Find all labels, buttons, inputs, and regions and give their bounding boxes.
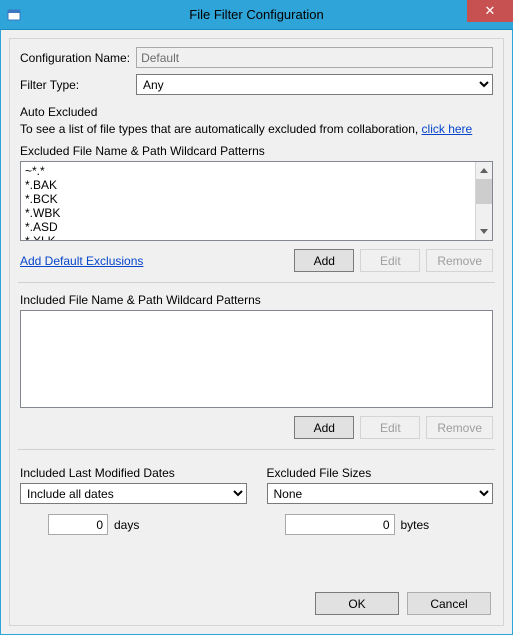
cancel-button[interactable]: Cancel <box>407 592 491 615</box>
config-name-input <box>136 47 493 68</box>
scroll-track[interactable] <box>476 179 492 223</box>
last-modified-heading: Included Last Modified Dates <box>20 466 247 480</box>
ok-button[interactable]: OK <box>315 592 399 615</box>
file-sizes-select[interactable]: None <box>267 483 494 504</box>
included-patterns-listbox[interactable] <box>20 310 493 408</box>
auto-excluded-heading: Auto Excluded <box>20 105 493 119</box>
filter-type-label: Filter Type: <box>20 78 130 92</box>
scroll-up-icon[interactable] <box>476 162 492 179</box>
excluded-remove-button: Remove <box>426 249 493 272</box>
titlebar: File Filter Configuration ✕ <box>0 0 513 30</box>
last-modified-select[interactable]: Include all dates <box>20 483 247 504</box>
included-add-button[interactable]: Add <box>294 416 354 439</box>
included-patterns-heading: Included File Name & Path Wildcard Patte… <box>20 293 493 307</box>
scroll-thumb[interactable] <box>476 179 492 204</box>
days-unit-label: days <box>114 518 139 532</box>
excluded-edit-button: Edit <box>360 249 420 272</box>
add-default-exclusions-link[interactable]: Add Default Exclusions <box>20 254 143 268</box>
close-icon: ✕ <box>485 3 496 19</box>
list-item[interactable]: *.BCK <box>25 192 471 206</box>
list-item[interactable]: *.BAK <box>25 178 471 192</box>
list-item[interactable]: *.ASD <box>25 220 471 234</box>
bytes-unit-label: bytes <box>401 518 430 532</box>
filter-type-select[interactable]: Any <box>136 74 493 95</box>
close-button[interactable]: ✕ <box>467 0 513 22</box>
days-input[interactable] <box>48 514 108 535</box>
list-item[interactable]: ~*.* <box>25 164 471 178</box>
list-item[interactable]: *.WBK <box>25 206 471 220</box>
divider <box>18 282 495 283</box>
auto-excluded-text: To see a list of file types that are aut… <box>20 122 493 136</box>
auto-excluded-link[interactable]: click here <box>422 122 473 136</box>
divider <box>18 449 495 450</box>
included-remove-button: Remove <box>426 416 493 439</box>
scrollbar[interactable] <box>475 162 492 240</box>
file-sizes-heading: Excluded File Sizes <box>267 466 494 480</box>
bytes-input[interactable] <box>285 514 395 535</box>
app-icon <box>6 7 22 23</box>
excluded-patterns-heading: Excluded File Name & Path Wildcard Patte… <box>20 144 493 158</box>
list-item[interactable]: *.XLK <box>25 234 471 240</box>
config-name-label: Configuration Name: <box>20 51 130 65</box>
scroll-down-icon[interactable] <box>476 223 492 240</box>
window-title: File Filter Configuration <box>0 7 513 22</box>
excluded-add-button[interactable]: Add <box>294 249 354 272</box>
excluded-patterns-listbox[interactable]: ~*.* *.BAK *.BCK *.WBK *.ASD *.XLK <box>20 161 493 241</box>
included-edit-button: Edit <box>360 416 420 439</box>
